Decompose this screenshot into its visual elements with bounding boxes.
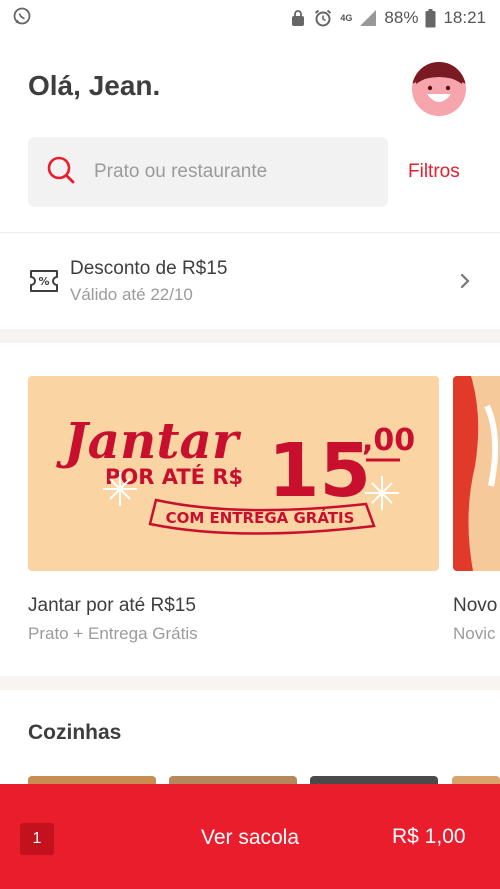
carousel-card-subtitle: Novic — [453, 624, 496, 643]
banner-ribbon-text: COM ENTREGA GRÁTIS — [166, 508, 355, 527]
signal-icon — [359, 9, 377, 27]
search-icon — [46, 155, 76, 190]
chevron-right-icon — [458, 271, 472, 296]
promo-banner-next[interactable] — [453, 376, 500, 571]
alarm-icon — [313, 8, 333, 28]
banner-line2: POR ATÉ R$ — [105, 464, 243, 489]
search-input[interactable]: Prato ou restaurante — [28, 137, 388, 207]
greeting: Olá, Jean. — [28, 70, 161, 101]
clock: 18:21 — [443, 8, 486, 27]
section-separator — [0, 676, 500, 690]
battery-icon — [425, 8, 436, 28]
search-placeholder: Prato ou restaurante — [94, 161, 268, 182]
banner-cents: ,00 — [362, 423, 415, 458]
banner-script-word: Jantar — [56, 411, 242, 470]
bag-total: R$ 1,00 — [392, 825, 466, 848]
filters-button[interactable]: Filtros — [408, 161, 460, 183]
coupon-title: Desconto de R$15 — [70, 258, 228, 279]
avatar[interactable] — [412, 62, 466, 116]
lock-icon — [290, 9, 306, 27]
coupon-validity: Válido até 22/10 — [70, 285, 193, 304]
svg-text:%: % — [38, 275, 49, 288]
promo-banner-dinner[interactable]: Jantar POR ATÉ R$ 15 ,00 COM ENTREGA GRÁ… — [28, 376, 439, 571]
carousel-card-title[interactable]: Novo — [453, 595, 497, 617]
battery-level: 88% — [384, 8, 419, 27]
status-bar: 4G 88% 18:21 — [0, 0, 500, 36]
coupon-ticket-icon: % — [28, 268, 60, 299]
section-separator — [0, 329, 500, 343]
whatsapp-icon — [12, 6, 32, 31]
network-type: 4G — [340, 12, 353, 23]
coupon-row[interactable]: % Desconto de R$15 Válido até 22/10 — [0, 236, 500, 326]
section-title: Cozinhas — [28, 721, 122, 744]
carousel-card-title[interactable]: Jantar por até R$15 — [28, 595, 196, 617]
carousel-card-subtitle: Prato + Entrega Grátis — [28, 624, 198, 643]
banner-amount: 15 — [268, 428, 371, 514]
divider — [0, 232, 500, 233]
